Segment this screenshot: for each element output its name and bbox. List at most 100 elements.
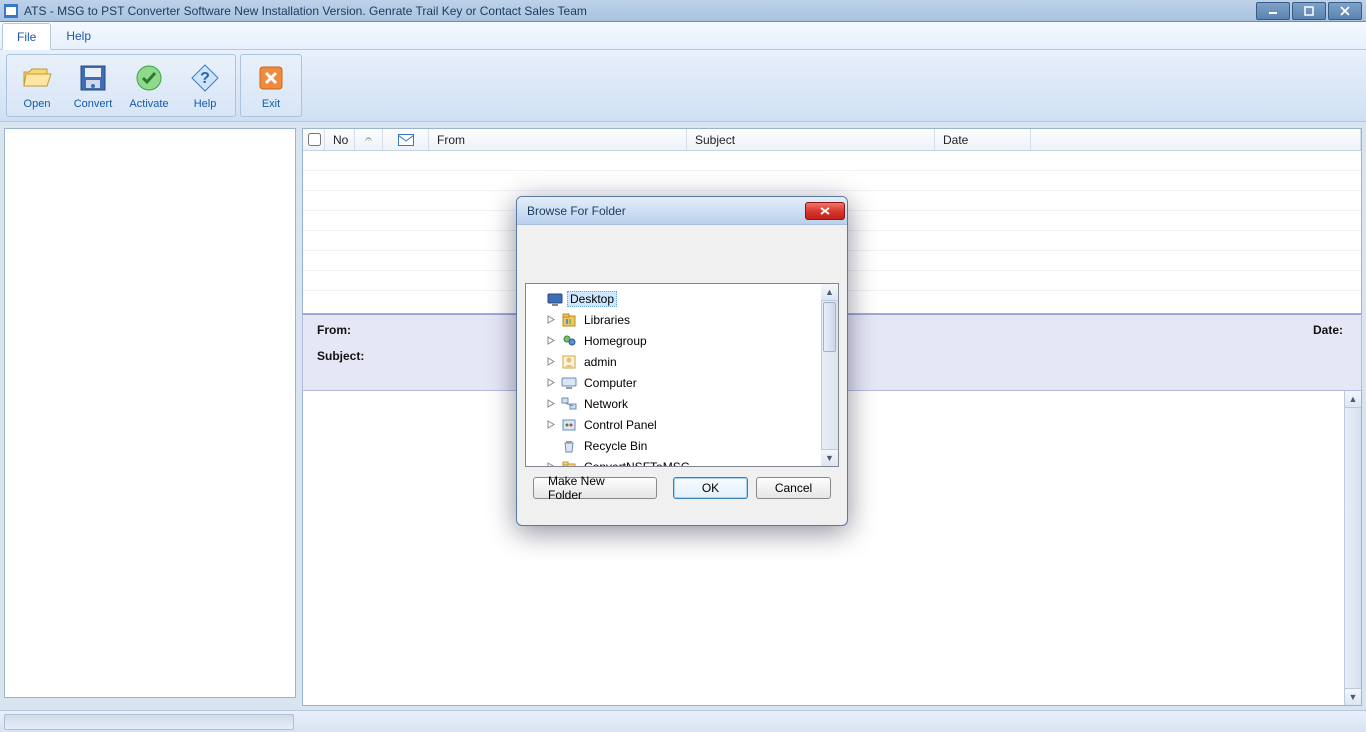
maximize-button[interactable] bbox=[1292, 2, 1326, 20]
check-circle-icon bbox=[133, 62, 165, 94]
expander-icon bbox=[532, 293, 543, 304]
tree-node-convertnsftomsg[interactable]: ConvertNSFToMSG bbox=[528, 456, 836, 467]
scroll-up-icon[interactable]: ▲ bbox=[1345, 391, 1361, 408]
expander-icon[interactable] bbox=[546, 461, 557, 467]
grid-col-envelope[interactable] bbox=[383, 129, 429, 150]
date-label: Date: bbox=[1313, 323, 1343, 337]
homegroup-icon bbox=[561, 333, 577, 349]
help-label: Help bbox=[194, 98, 217, 110]
expander-icon[interactable] bbox=[546, 419, 557, 430]
menu-help[interactable]: Help bbox=[51, 22, 106, 49]
tree-node-label: Computer bbox=[581, 375, 640, 391]
network-icon bbox=[561, 396, 577, 412]
menu-bar: File Help bbox=[0, 22, 1366, 50]
tree-node-label: Homegroup bbox=[581, 333, 650, 349]
tree-scroll-thumb[interactable] bbox=[823, 302, 836, 352]
grid-col-no[interactable]: No bbox=[325, 129, 355, 150]
desktop-icon bbox=[547, 291, 563, 307]
disk-save-icon bbox=[77, 62, 109, 94]
folder-tree[interactable]: Desktop Libraries Homegroup admin Computer Ne… bbox=[525, 283, 839, 467]
tree-scroll-down-icon[interactable]: ▼ bbox=[821, 449, 838, 466]
col-subject-label: Subject bbox=[695, 133, 735, 147]
tree-node-control-panel[interactable]: Control Panel bbox=[528, 414, 836, 435]
window-title: ATS - MSG to PST Converter Software New … bbox=[24, 4, 1254, 18]
tree-node-label: Libraries bbox=[581, 312, 633, 328]
close-button[interactable] bbox=[1328, 2, 1362, 20]
paperclip-icon: 𝄐 bbox=[365, 132, 372, 147]
expander-icon[interactable] bbox=[546, 398, 557, 409]
menu-file-label: File bbox=[17, 30, 36, 44]
exit-button[interactable]: Exit bbox=[243, 57, 299, 114]
help-button[interactable]: ? Help bbox=[177, 57, 233, 114]
tree-node-label: Control Panel bbox=[581, 417, 660, 433]
envelope-icon bbox=[398, 134, 414, 146]
tree-scroll-up-icon[interactable]: ▲ bbox=[821, 284, 838, 301]
open-label: Open bbox=[24, 98, 51, 110]
tree-node-computer[interactable]: Computer bbox=[528, 372, 836, 393]
controlpanel-icon bbox=[561, 417, 577, 433]
convert-button[interactable]: Convert bbox=[65, 57, 121, 114]
dialog-title: Browse For Folder bbox=[527, 204, 805, 218]
user-icon bbox=[561, 354, 577, 370]
activate-label: Activate bbox=[129, 98, 168, 110]
grid-row[interactable] bbox=[303, 151, 1361, 171]
expander-icon[interactable] bbox=[546, 335, 557, 346]
dialog-titlebar[interactable]: Browse For Folder bbox=[517, 197, 847, 225]
recycle-icon bbox=[561, 438, 577, 454]
browse-folder-dialog: Browse For Folder Desktop Libraries Homegr… bbox=[516, 196, 848, 526]
make-new-folder-label: Make New Folder bbox=[548, 474, 642, 502]
toolbar-group-main: Open Convert Activate ? Help bbox=[6, 54, 236, 117]
folder-tree-panel[interactable] bbox=[4, 128, 296, 698]
close-icon bbox=[820, 207, 830, 215]
col-no-label: No bbox=[333, 133, 348, 147]
exit-icon bbox=[255, 62, 287, 94]
toolbar-ribbon: Open Convert Activate ? Help Exit bbox=[0, 50, 1366, 122]
activate-button[interactable]: Activate bbox=[121, 57, 177, 114]
window-titlebar: ATS - MSG to PST Converter Software New … bbox=[0, 0, 1366, 22]
tree-node-label: Network bbox=[581, 396, 631, 412]
dialog-close-button[interactable] bbox=[805, 202, 845, 220]
scroll-down-icon[interactable]: ▼ bbox=[1345, 688, 1361, 705]
grid-col-date[interactable]: Date bbox=[935, 129, 1031, 150]
menu-file[interactable]: File bbox=[2, 23, 51, 50]
minimize-button[interactable] bbox=[1256, 2, 1290, 20]
tree-node-admin[interactable]: admin bbox=[528, 351, 836, 372]
expander-icon[interactable] bbox=[546, 356, 557, 367]
folder-icon bbox=[561, 459, 577, 468]
grid-row[interactable] bbox=[303, 171, 1361, 191]
grid-col-checkbox[interactable] bbox=[303, 129, 325, 150]
ok-button[interactable]: OK bbox=[673, 477, 748, 499]
grid-col-subject[interactable]: Subject bbox=[687, 129, 935, 150]
preview-scrollbar[interactable]: ▲ ▼ bbox=[1344, 391, 1361, 705]
tree-node-libraries[interactable]: Libraries bbox=[528, 309, 836, 330]
tree-node-homegroup[interactable]: Homegroup bbox=[528, 330, 836, 351]
toolbar-group-exit: Exit bbox=[240, 54, 302, 117]
make-new-folder-button[interactable]: Make New Folder bbox=[533, 477, 657, 499]
convert-label: Convert bbox=[74, 98, 113, 110]
exit-label: Exit bbox=[262, 98, 280, 110]
tree-node-recycle-bin[interactable]: Recycle Bin bbox=[528, 435, 836, 456]
svg-text:?: ? bbox=[200, 70, 210, 87]
subject-label: Subject: bbox=[317, 349, 364, 363]
computer-icon bbox=[561, 375, 577, 391]
dialog-button-row: Make New Folder OK Cancel bbox=[525, 467, 839, 499]
menu-help-label: Help bbox=[66, 29, 91, 43]
select-all-checkbox[interactable] bbox=[308, 133, 321, 146]
expander-icon bbox=[546, 440, 557, 451]
grid-col-spacer bbox=[1031, 129, 1361, 150]
col-from-label: From bbox=[437, 133, 465, 147]
dialog-body: Desktop Libraries Homegroup admin Computer Ne… bbox=[517, 225, 847, 507]
expander-icon[interactable] bbox=[546, 377, 557, 388]
tree-node-label: Recycle Bin bbox=[581, 438, 650, 454]
open-button[interactable]: Open bbox=[9, 57, 65, 114]
tree-node-desktop[interactable]: Desktop bbox=[528, 288, 836, 309]
cancel-label: Cancel bbox=[775, 481, 812, 495]
libraries-icon bbox=[561, 312, 577, 328]
expander-icon[interactable] bbox=[546, 314, 557, 325]
cancel-button[interactable]: Cancel bbox=[756, 477, 831, 499]
tree-node-network[interactable]: Network bbox=[528, 393, 836, 414]
ok-label: OK bbox=[702, 481, 719, 495]
grid-header: No 𝄐 From Subject Date bbox=[303, 129, 1361, 151]
grid-col-attachment[interactable]: 𝄐 bbox=[355, 129, 383, 150]
grid-col-from[interactable]: From bbox=[429, 129, 687, 150]
